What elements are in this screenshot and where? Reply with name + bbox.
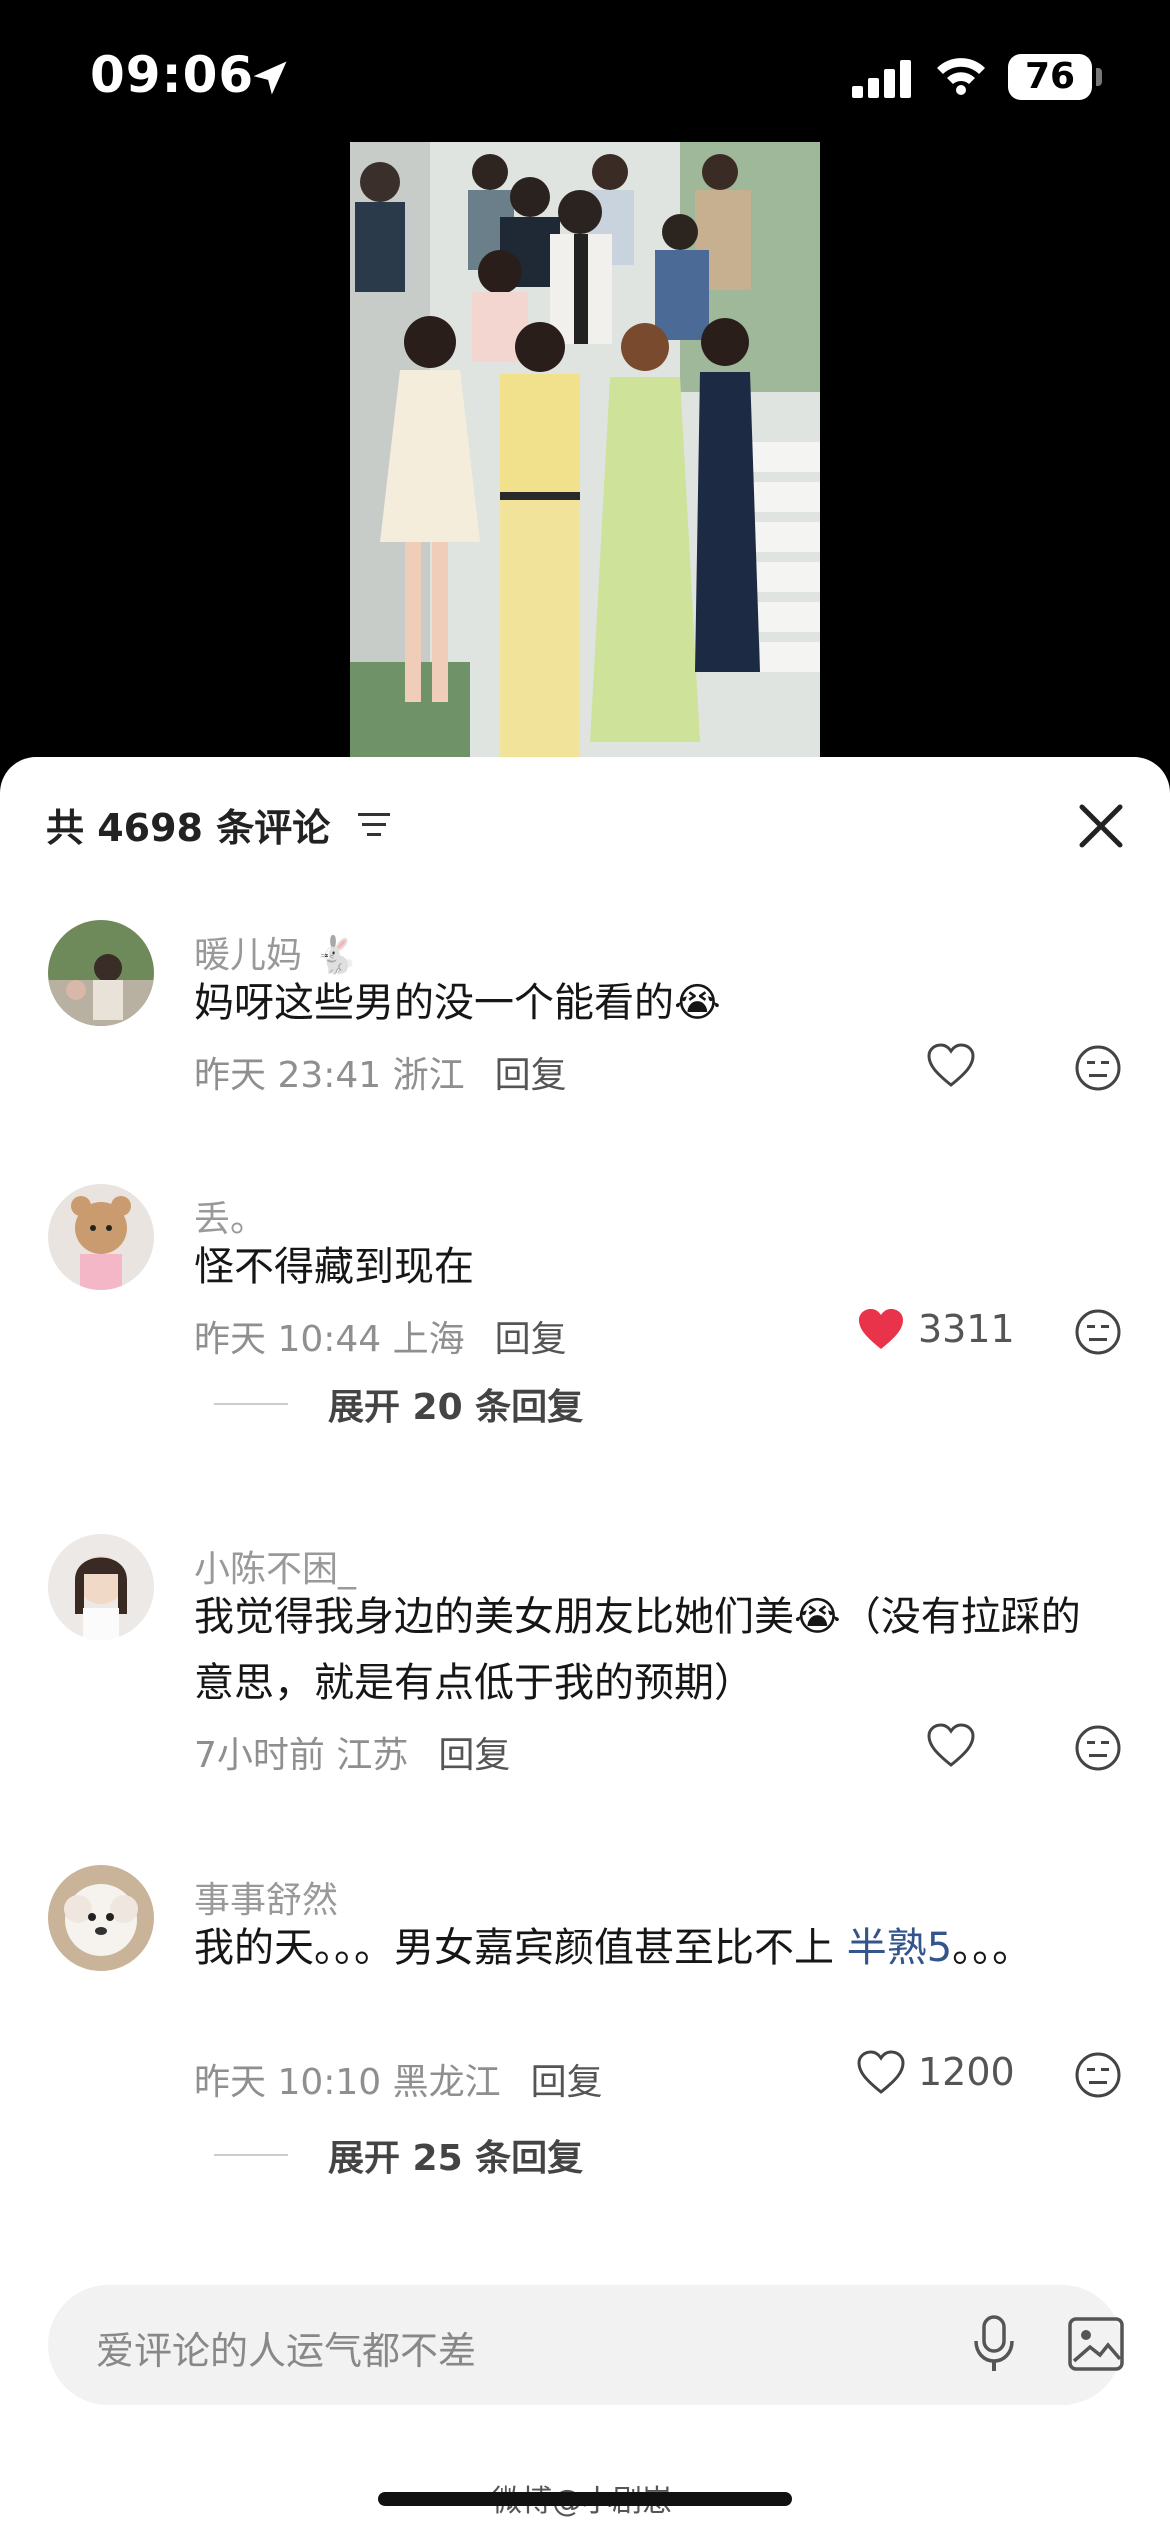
like-count: 3311 xyxy=(918,1307,1015,1351)
heart-icon[interactable] xyxy=(926,1042,976,1088)
heart-icon[interactable] xyxy=(926,1722,976,1768)
heart-filled-icon xyxy=(859,1309,903,1349)
comment-input[interactable]: 爱评论的人运气都不差 xyxy=(48,2285,1124,2405)
comment-item: 事事舒然 我的天。。。男女嘉宾颜值甚至比不上 半熟5。。。 昨天 10:10 黑… xyxy=(0,1865,1170,2245)
group-photo-image xyxy=(350,142,820,762)
like-button[interactable]: 1200 xyxy=(856,2049,1015,2095)
dislike-face-icon[interactable] xyxy=(1074,1044,1122,1092)
topic-link[interactable]: 半熟5 xyxy=(847,1925,952,1971)
dislike-face-icon[interactable] xyxy=(1074,2051,1122,2099)
reply-button[interactable]: 回复 xyxy=(438,1735,510,1776)
crying-face-icon: 😭 xyxy=(674,980,721,1026)
reply-button[interactable]: 回复 xyxy=(495,1055,567,1096)
comment-text: 我的天。。。男女嘉宾颜值甚至比不上 半熟5。。。 xyxy=(194,1925,1033,1971)
close-icon[interactable] xyxy=(1074,799,1128,853)
reply-button[interactable]: 回复 xyxy=(531,2062,603,2103)
expand-replies-button[interactable]: 展开 25 条回复 xyxy=(214,2129,583,2181)
comment-text: 我觉得我身边的美女朋友比她们美😭（没有拉踩的意思，就是有点低于我的预期） xyxy=(194,1594,1081,1706)
battery-tip xyxy=(1096,68,1102,86)
avatar[interactable] xyxy=(48,920,154,1026)
comment-sheet: 共 4698 条评论 暖儿妈 🐇 妈呀这些男的没一个能看的😭 昨天 23:41 … xyxy=(0,757,1170,2532)
comment-meta: 昨天 23:41 浙江 回复 xyxy=(194,1055,567,1096)
comment-input-placeholder: 爱评论的人运气都不差 xyxy=(96,2329,477,2373)
status-bar: 09:06 76 xyxy=(0,0,1170,150)
expand-replies-button[interactable]: 展开 20 条回复 xyxy=(214,1378,583,1430)
comment-meta: 7小时前 江苏 回复 xyxy=(194,1735,511,1776)
dislike-face-icon[interactable] xyxy=(1074,1724,1122,1772)
home-indicator[interactable] xyxy=(378,2492,792,2506)
sort-filter-icon[interactable] xyxy=(358,809,390,841)
like-button[interactable]: 3311 xyxy=(856,1306,1015,1352)
comment-item: 丢。 怪不得藏到现在 昨天 10:44 上海 回复 3311 展开 20 条回复 xyxy=(0,1184,1170,1454)
video-thumbnail[interactable] xyxy=(350,142,820,762)
location-arrow-icon xyxy=(253,61,287,95)
status-time: 09:06 xyxy=(90,46,255,104)
comment-count: 共 4698 条评论 xyxy=(46,806,331,850)
heart-icon xyxy=(857,2050,905,2094)
expand-divider xyxy=(214,2154,288,2156)
dislike-face-icon[interactable] xyxy=(1074,1308,1122,1356)
like-count: 1200 xyxy=(918,2050,1015,2094)
microphone-icon[interactable] xyxy=(968,2313,1020,2377)
comment-meta: 昨天 10:10 黑龙江 回复 xyxy=(194,2062,603,2103)
wifi-icon xyxy=(937,58,985,95)
avatar[interactable] xyxy=(48,1865,154,1971)
comment-sheet-header: 共 4698 条评论 xyxy=(0,757,1170,897)
comment-text: 妈呀这些男的没一个能看的😭 xyxy=(194,980,721,1026)
battery-level: 76 xyxy=(1008,54,1092,100)
avatar[interactable] xyxy=(48,1534,154,1640)
expand-divider xyxy=(214,1403,288,1405)
avatar[interactable] xyxy=(48,1184,154,1290)
reply-button[interactable]: 回复 xyxy=(495,1319,567,1360)
comment-item: 暖儿妈 🐇 妈呀这些男的没一个能看的😭 昨天 23:41 浙江 回复 xyxy=(0,920,1170,1100)
cellular-signal-icon xyxy=(852,60,911,98)
comment-meta: 昨天 10:44 上海 回复 xyxy=(194,1319,567,1360)
crying-face-icon: 😭 xyxy=(794,1594,841,1640)
comment-text: 怪不得藏到现在 xyxy=(194,1244,474,1290)
comment-item: 小陈不困_ 我觉得我身边的美女朋友比她们美😭（没有拉踩的意思，就是有点低于我的预… xyxy=(0,1534,1170,1776)
image-picker-icon[interactable] xyxy=(1066,2315,1126,2373)
